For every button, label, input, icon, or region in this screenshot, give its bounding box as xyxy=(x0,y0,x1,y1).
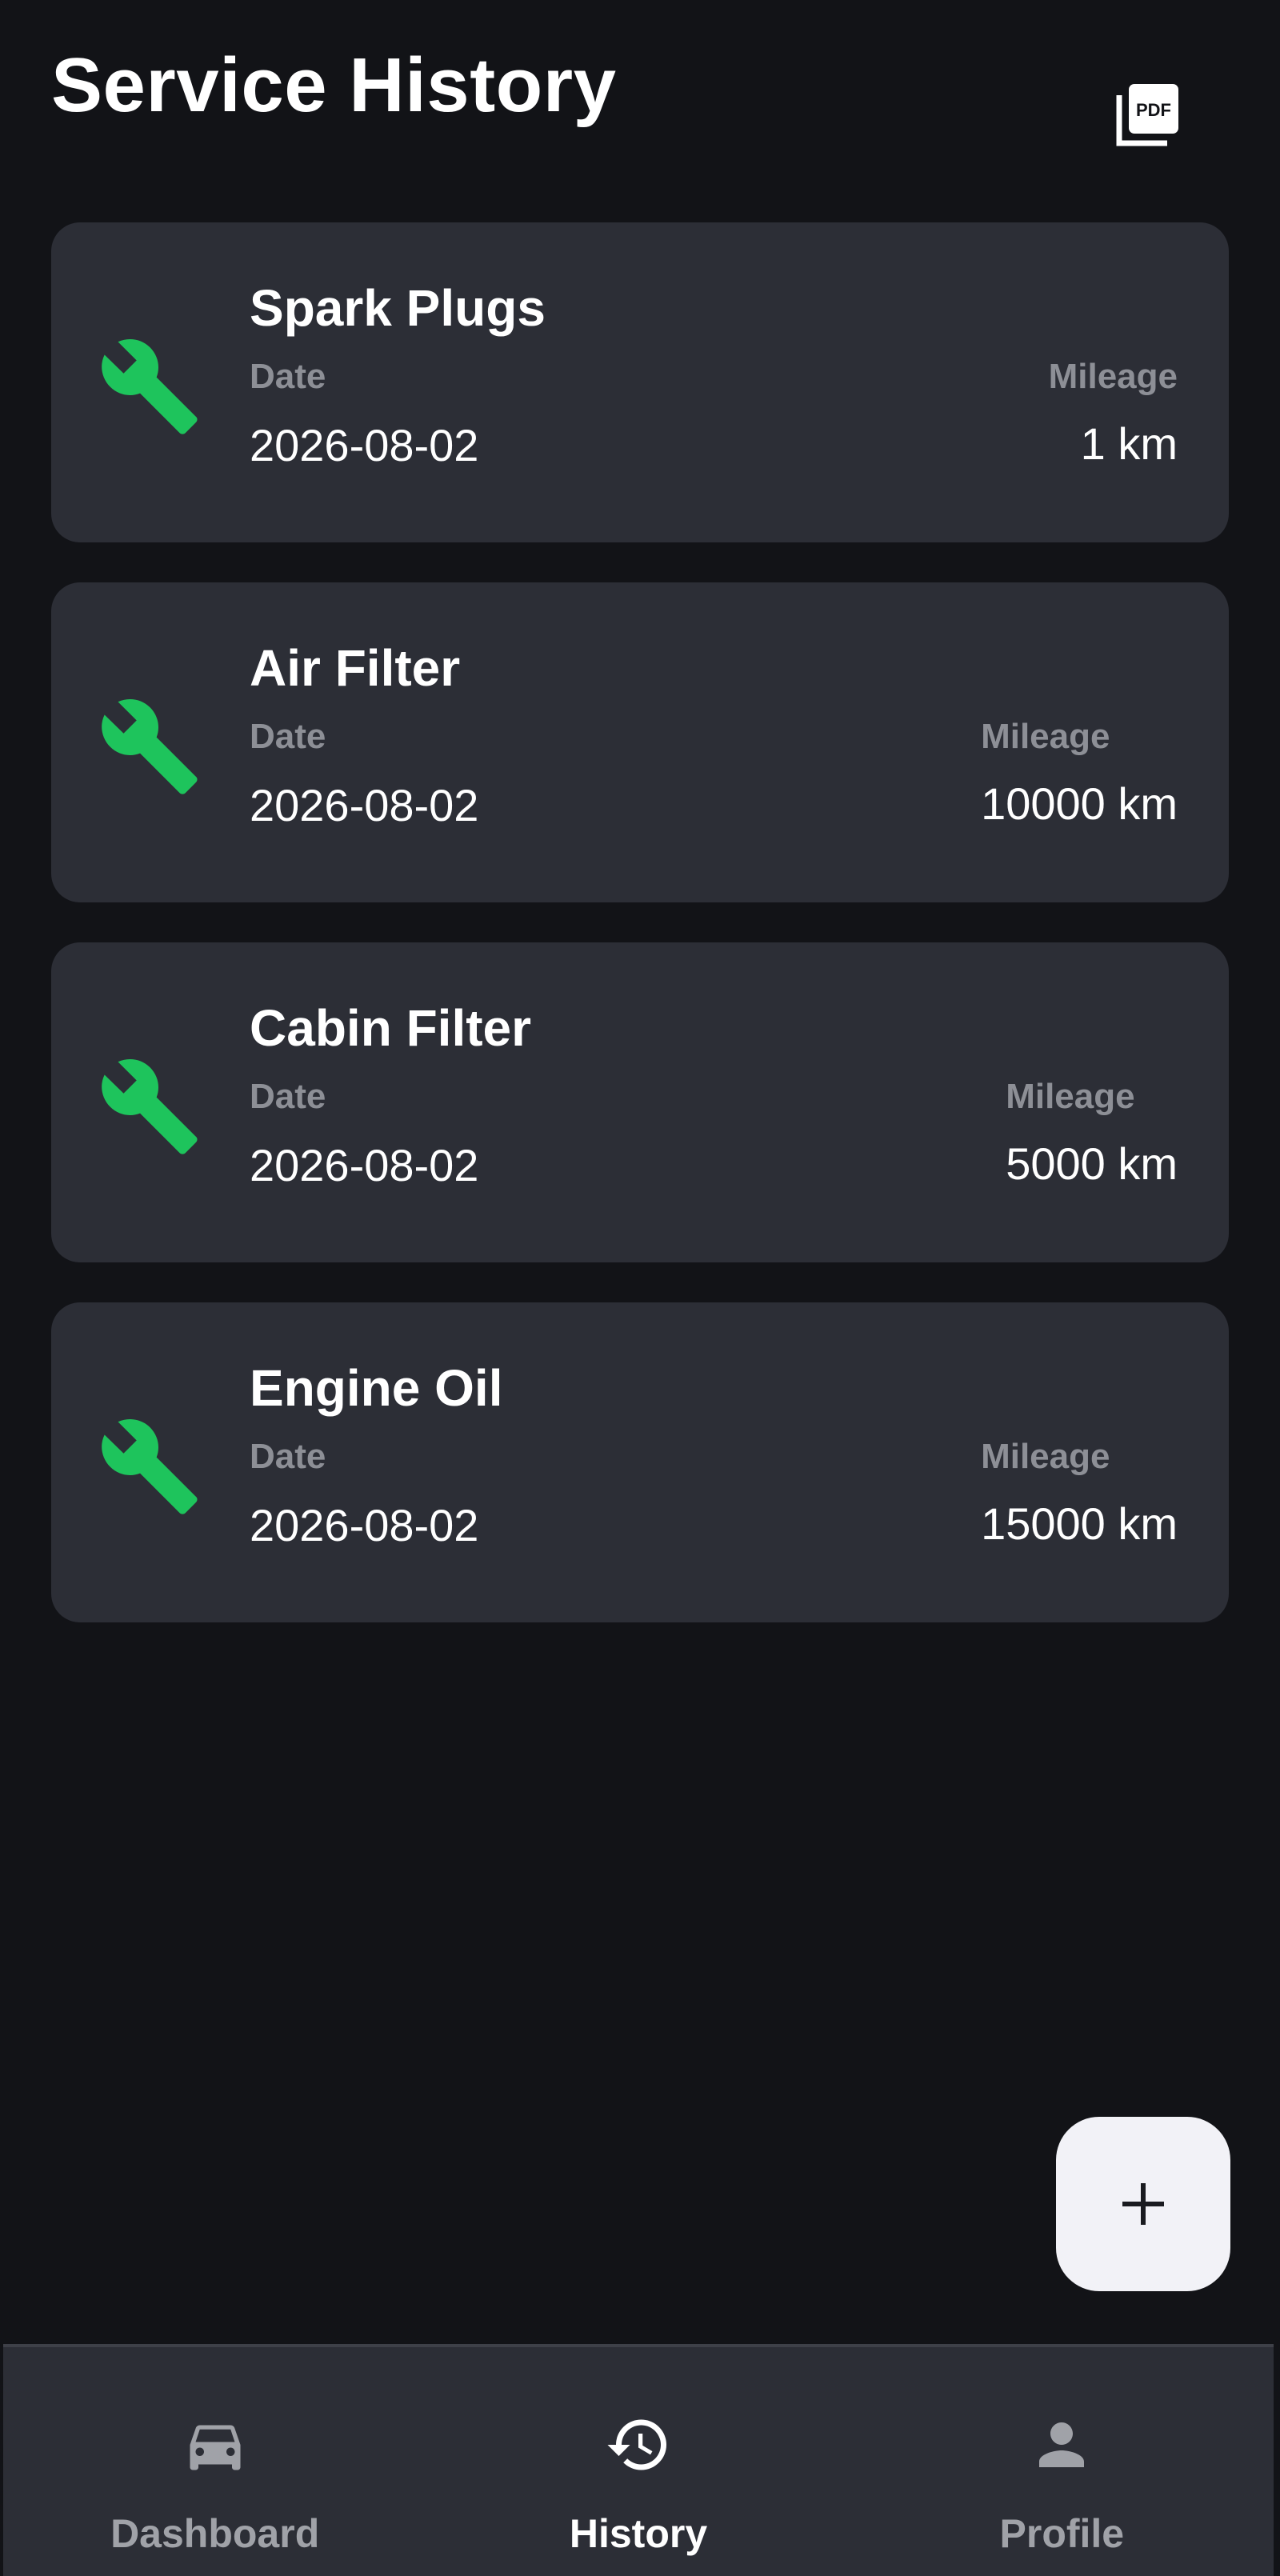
date-value: 2026-08-02 xyxy=(250,780,479,830)
service-type: Air Filter xyxy=(250,639,461,697)
nav-item-profile[interactable]: Profile xyxy=(850,2347,1274,2576)
date-label: Date xyxy=(250,1437,326,1476)
mileage-block: Mileage 1 km xyxy=(1049,357,1178,470)
wrench-icon xyxy=(102,338,198,434)
service-record-card[interactable]: Engine Oil Date 2026-08-02 Mileage 15000… xyxy=(51,1302,1229,1622)
service-type: Spark Plugs xyxy=(250,279,546,337)
mileage-value: 10000 km xyxy=(981,778,1178,829)
mileage-label: Mileage xyxy=(1006,1077,1135,1116)
date-value: 2026-08-02 xyxy=(250,420,479,470)
service-record-card[interactable]: Cabin Filter Date 2026-08-02 Mileage 500… xyxy=(51,942,1229,1262)
svg-text:PDF: PDF xyxy=(1136,100,1171,120)
nav-label-profile: Profile xyxy=(999,2511,1125,2556)
car-icon xyxy=(190,2425,241,2470)
mileage-label: Mileage xyxy=(981,717,1110,756)
wrench-icon xyxy=(102,1058,198,1154)
mileage-label: Mileage xyxy=(981,1437,1110,1476)
nav-label-dashboard: Dashboard xyxy=(110,2511,320,2556)
mileage-block: Mileage 10000 km xyxy=(981,717,1178,830)
nav-label-history: History xyxy=(569,2511,708,2556)
date-label: Date xyxy=(250,1077,326,1116)
app-header: Service History PDF xyxy=(0,0,1280,192)
mileage-label: Mileage xyxy=(1048,357,1178,396)
history-icon xyxy=(607,2419,666,2470)
person-icon xyxy=(1039,2422,1085,2467)
service-record-card[interactable]: Air Filter Date 2026-08-02 Mileage 10000… xyxy=(51,582,1229,902)
date-label: Date xyxy=(250,357,326,396)
pdf-export-icon: PDF xyxy=(1116,84,1178,146)
mileage-block: Mileage 5000 km xyxy=(1006,1077,1178,1190)
mileage-value: 15000 km xyxy=(981,1498,1178,1549)
date-label: Date xyxy=(250,717,326,756)
pdf-export-button[interactable]: PDF xyxy=(1104,70,1192,158)
nav-item-history[interactable]: History xyxy=(426,2347,850,2576)
mileage-value: 1 km xyxy=(1080,418,1178,469)
plus-icon xyxy=(1122,2183,1164,2225)
service-type: Engine Oil xyxy=(250,1359,503,1417)
nav-item-dashboard[interactable]: Dashboard xyxy=(3,2347,426,2576)
page-title: Service History xyxy=(51,42,617,128)
bottom-navigation: Dashboard History Profile xyxy=(3,2344,1274,2576)
mileage-value: 5000 km xyxy=(1006,1138,1178,1189)
service-type: Cabin Filter xyxy=(250,999,532,1057)
service-record-list: Spark Plugs Date 2026-08-02 Mileage 1 km… xyxy=(51,222,1229,1662)
service-record-card[interactable]: Spark Plugs Date 2026-08-02 Mileage 1 km xyxy=(51,222,1229,542)
wrench-icon xyxy=(102,698,198,794)
date-value: 2026-08-02 xyxy=(250,1500,479,1550)
add-service-button[interactable] xyxy=(1056,2117,1230,2291)
date-value: 2026-08-02 xyxy=(250,1140,479,1190)
mileage-block: Mileage 15000 km xyxy=(981,1437,1178,1550)
wrench-icon xyxy=(102,1418,198,1514)
